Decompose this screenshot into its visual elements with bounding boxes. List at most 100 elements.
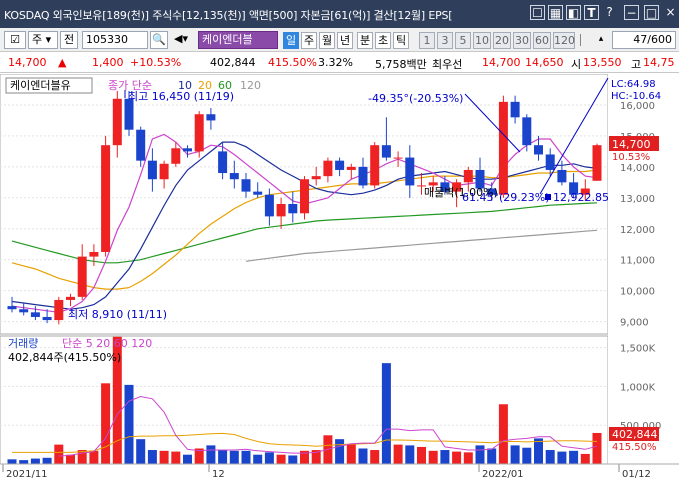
window-list-icon[interactable]: ☐ <box>530 5 545 20</box>
candle-body <box>136 129 146 161</box>
last-price-label: 14,700 <box>612 138 651 151</box>
chart-toggle-icon[interactable]: ◧ <box>566 5 581 20</box>
lc-label: LC:64.98 <box>611 79 656 90</box>
candle-body <box>592 145 602 181</box>
up-arrow-icon: ▲ <box>58 56 67 69</box>
minimize-icon[interactable]: − <box>624 5 639 20</box>
volume-title: 거래량 <box>8 337 38 350</box>
candle-body <box>218 151 228 174</box>
volume-ratio: 415.50% <box>268 56 317 69</box>
settings-divider <box>580 34 586 46</box>
best-bid-2: 14,650 <box>525 56 564 69</box>
candle-body <box>393 157 403 159</box>
high-price: 14,75 <box>643 56 675 69</box>
prev-button[interactable]: 전 <box>60 31 78 49</box>
search-icon[interactable]: 🔍 <box>150 31 168 49</box>
help-icon[interactable]: ? <box>602 5 617 20</box>
volume-bar <box>241 450 251 464</box>
code-input[interactable]: 105330 <box>82 31 148 49</box>
candle-body <box>171 148 181 164</box>
period-week[interactable]: 주 <box>301 32 317 49</box>
candle-body <box>183 148 192 152</box>
interval-60[interactable]: 60 <box>533 32 551 49</box>
interval-10[interactable]: 10 <box>473 32 491 49</box>
volume-bar <box>428 450 438 464</box>
best-bid-1: 14,700 <box>482 56 521 69</box>
volume-bar <box>475 445 485 464</box>
turnover-rate: 3.32% <box>318 56 353 69</box>
candle-body <box>300 179 309 214</box>
maximize-icon[interactable]: □ <box>644 5 659 20</box>
period-minute[interactable]: 분 <box>357 32 373 49</box>
candle-body <box>229 173 239 180</box>
volume-bar <box>370 450 380 464</box>
page-info-field[interactable]: 47/600 <box>612 31 676 49</box>
candle-body <box>89 251 99 257</box>
change-percent: +10.53% <box>130 56 182 69</box>
candle-body <box>264 194 274 217</box>
candle-body <box>112 98 122 146</box>
volume-current: 402,844주(415.50%) <box>8 351 121 364</box>
price-tick-label: 12,000 <box>620 225 655 236</box>
volume-bar <box>557 451 567 464</box>
period-year[interactable]: 년 <box>337 32 353 49</box>
candle-body <box>288 204 298 214</box>
volume-value: 402,844 <box>210 56 256 69</box>
text-icon[interactable]: T <box>584 5 599 20</box>
volume-bar <box>440 450 450 464</box>
interval-5[interactable]: 5 <box>455 32 471 49</box>
candle-body <box>428 182 438 186</box>
high-annotation: 최고 16,450 (11/19) <box>128 90 234 103</box>
price-tick-label: 10,000 <box>620 287 655 298</box>
candle-body <box>381 145 391 158</box>
interval-120[interactable]: 120 <box>553 32 575 49</box>
period-tick[interactable]: 틱 <box>393 32 409 49</box>
stepper-icon[interactable]: ▴ <box>596 31 606 49</box>
checkbox-icon[interactable]: ☑ <box>4 31 26 49</box>
market-select[interactable]: 주 ▾ <box>28 31 58 49</box>
volume-bar <box>463 452 473 464</box>
volume-bar <box>264 452 274 464</box>
candle-body <box>335 160 345 170</box>
volume-bar <box>487 448 497 464</box>
volume-bar <box>7 459 17 464</box>
candle-body <box>42 316 52 321</box>
stock-name-field[interactable]: 케이엔더블 <box>198 31 278 49</box>
speaker-icon[interactable]: ◀▾ <box>170 31 192 49</box>
candle-body <box>147 160 157 180</box>
volume-bar <box>136 439 146 464</box>
volume-bar <box>534 438 543 464</box>
volume-bar <box>218 450 228 464</box>
volume-bar <box>393 444 403 464</box>
volume-bar <box>545 450 555 464</box>
interval-20[interactable]: 20 <box>493 32 511 49</box>
candle-body <box>276 204 286 217</box>
candle-body <box>124 98 134 130</box>
volume-bar <box>346 443 356 464</box>
candle-body <box>557 169 567 183</box>
price-volume-chart[interactable]: 16,00015,00014,00013,00012,00011,00010,0… <box>0 73 679 484</box>
from-low-annotation: 61.45°(29.23%) <box>462 191 550 204</box>
volume-bar <box>89 450 99 464</box>
hc-label: HC:-10.64 <box>611 91 661 102</box>
period-month[interactable]: 월 <box>319 32 335 49</box>
candle-body <box>194 114 204 152</box>
period-second[interactable]: 초 <box>375 32 391 49</box>
period-day[interactable]: 일 <box>283 32 299 49</box>
chart-area[interactable]: 16,00015,00014,00013,00012,00011,00010,0… <box>0 73 679 484</box>
price-tick-label: 13,000 <box>620 194 655 205</box>
volume-bar <box>66 454 75 464</box>
chart-icon[interactable]: ▦ <box>548 5 563 20</box>
candle-body <box>77 256 87 297</box>
candle-body <box>510 101 520 118</box>
interval-1[interactable]: 1 <box>419 32 435 49</box>
interval-3[interactable]: 3 <box>437 32 453 49</box>
volume-bar <box>405 445 415 464</box>
interval-30[interactable]: 30 <box>513 32 531 49</box>
volume-bar <box>183 454 192 464</box>
volume-bar <box>171 451 181 464</box>
stock-info-title: KOSDAQ 외국인보유[189(천)] 주식수[12,135(천)] 액면[5… <box>4 9 453 22</box>
candle-body <box>498 101 508 195</box>
volume-bar <box>381 363 391 464</box>
close-icon[interactable]: × <box>663 5 678 20</box>
